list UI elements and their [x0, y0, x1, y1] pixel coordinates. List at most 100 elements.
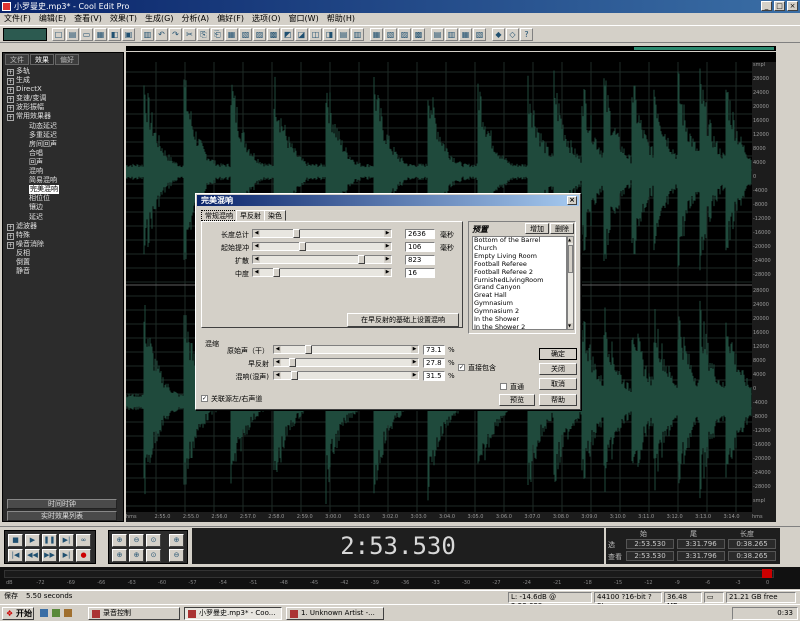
toolbar-tool-icon[interactable]: ▦: [459, 28, 472, 41]
toolbar-tool-icon[interactable]: ◨: [323, 28, 336, 41]
toolbar-tool-icon[interactable]: ▦: [94, 28, 107, 41]
toolbar-tool-icon[interactable]: ▩: [267, 28, 280, 41]
slider-right-icon[interactable]: ▶: [411, 372, 418, 379]
toolbar-tool-icon[interactable]: ▧: [384, 28, 397, 41]
reverb-slider[interactable]: ◀ ▶: [252, 268, 392, 277]
selection-length[interactable]: 0:38.265: [728, 539, 776, 549]
menu-item[interactable]: 编辑(E): [39, 14, 66, 23]
early-reflection-button[interactable]: 在早反射的基础上设置混响: [347, 313, 459, 327]
tree-item[interactable]: + DirectX: [7, 85, 59, 95]
tree-item[interactable]: 静音: [7, 267, 59, 276]
toolbar-tool-icon[interactable]: ▨: [253, 28, 266, 41]
stop-icon[interactable]: ■: [8, 534, 23, 547]
toolbar-tool-icon[interactable]: □: [52, 28, 65, 41]
toolbar-tool-icon[interactable]: ▧: [473, 28, 486, 41]
zoom-selection-icon[interactable]: ⊙: [146, 549, 161, 562]
close-button[interactable]: 关闭: [539, 363, 577, 375]
tree-item[interactable]: 动态延迟: [7, 122, 59, 131]
play-icon[interactable]: ▶: [25, 534, 40, 547]
reverb-slider[interactable]: ◀ ▶: [252, 255, 392, 264]
record-icon[interactable]: ●: [76, 549, 91, 562]
view-begin[interactable]: 2:53.530: [626, 551, 674, 561]
delete-preset-button[interactable]: 删除: [550, 223, 574, 234]
tree-item[interactable]: 合唱: [7, 149, 59, 158]
expand-icon[interactable]: +: [7, 241, 14, 249]
reverb-slider[interactable]: ◀ ▶: [252, 242, 392, 251]
mix-value-field[interactable]: 31.5: [423, 371, 445, 381]
zoom-left-icon[interactable]: ⊕: [112, 549, 127, 562]
toolbar-tool-icon[interactable]: ▩: [412, 28, 425, 41]
start-button[interactable]: ❖ 开始: [2, 607, 34, 620]
slider-value-field[interactable]: 2636: [405, 229, 435, 239]
slider-value-field[interactable]: 823: [405, 255, 435, 265]
slider-value-field[interactable]: 16: [405, 268, 435, 278]
slider-thumb[interactable]: [293, 229, 301, 238]
tree-item[interactable]: + 生成: [7, 76, 59, 86]
toolbar-tool-icon[interactable]: ▧: [239, 28, 252, 41]
view-length[interactable]: 0:38.265: [728, 551, 776, 561]
toolbar-tool-icon[interactable]: ↷: [169, 28, 182, 41]
tree-item[interactable]: 反相: [7, 249, 59, 258]
slider-left-icon[interactable]: ◀: [253, 256, 260, 263]
preset-item[interactable]: In the Shower 2: [473, 323, 566, 329]
slider-right-icon[interactable]: ▶: [384, 243, 391, 250]
expand-icon[interactable]: +: [7, 232, 14, 240]
slider-left-icon[interactable]: ◀: [253, 230, 260, 237]
zoom-full-icon[interactable]: ⊙: [146, 534, 161, 547]
help-button[interactable]: 帮助: [539, 394, 577, 406]
slider-right-icon[interactable]: ▶: [411, 346, 418, 353]
toolbar-tool-icon[interactable]: ◫: [309, 28, 322, 41]
menu-item[interactable]: 效果(T): [110, 14, 137, 23]
slider-value-field[interactable]: 106: [405, 242, 435, 252]
time-clock-button[interactable]: 时间时钟: [7, 499, 117, 509]
slider-thumb[interactable]: [289, 358, 297, 367]
slider-thumb[interactable]: [290, 371, 298, 380]
close-icon[interactable]: ×: [787, 1, 798, 11]
pause-icon[interactable]: ❚❚: [42, 534, 57, 547]
dialog-tab[interactable]: 染色: [264, 210, 286, 221]
toolbar-tool-icon[interactable]: ◧: [108, 28, 121, 41]
menu-item[interactable]: 文件(F): [4, 14, 31, 23]
slider-thumb[interactable]: [358, 255, 366, 264]
menu-item[interactable]: 偏好(F): [217, 14, 244, 23]
menu-item[interactable]: 帮助(H): [327, 14, 355, 23]
expand-icon[interactable]: +: [7, 114, 14, 122]
bypass-checkbox[interactable]: [500, 383, 507, 390]
view-end[interactable]: 3:31.796: [677, 551, 725, 561]
task-record-control[interactable]: 录音控制: [88, 607, 180, 620]
zoom-vertical-in-icon[interactable]: ⊕: [169, 534, 184, 547]
toolbar-tool-icon[interactable]: ▤: [431, 28, 444, 41]
mix-slider[interactable]: ◀ ▶: [273, 371, 419, 380]
tree-item[interactable]: 混响: [7, 167, 59, 176]
maximize-icon[interactable]: □: [774, 1, 785, 11]
mix-slider[interactable]: ◀ ▶: [273, 345, 419, 354]
slider-right-icon[interactable]: ▶: [384, 269, 391, 276]
task-cool-edit[interactable]: 小罗曼史.mp3* - Coo...: [184, 607, 282, 620]
toolbar-tool-icon[interactable]: ↶: [155, 28, 168, 41]
preset-scrollbar[interactable]: ▲ ▼: [567, 236, 574, 330]
selection-end[interactable]: 3:31.796: [677, 539, 725, 549]
toolbar-tool-icon[interactable]: ▤: [337, 28, 350, 41]
toolbar-tool-icon[interactable]: ✂: [183, 28, 196, 41]
toolbar-tool-icon[interactable]: ▥: [445, 28, 458, 41]
zoom-vertical-out-icon[interactable]: ⊖: [169, 549, 184, 562]
toolbar-tool-icon[interactable]: ▥: [351, 28, 364, 41]
ie-icon[interactable]: [40, 609, 48, 617]
slider-right-icon[interactable]: ▶: [384, 256, 391, 263]
selection-begin[interactable]: 2:53.530: [626, 539, 674, 549]
slider-left-icon[interactable]: ◀: [274, 359, 281, 366]
task-player[interactable]: 1. Unknown Artist -...: [286, 607, 384, 620]
organizer-tab[interactable]: 效果: [30, 54, 54, 65]
mix-value-field[interactable]: 73.1: [423, 345, 445, 355]
tree-item[interactable]: + 常用效果器: [7, 112, 59, 122]
toolbar-tool-icon[interactable]: ◪: [295, 28, 308, 41]
slider-left-icon[interactable]: ◀: [274, 346, 281, 353]
expand-icon[interactable]: +: [7, 78, 14, 86]
menu-item[interactable]: 查看(V): [74, 14, 102, 23]
add-preset-button[interactable]: 增加: [525, 223, 549, 234]
toolbar-tool-icon[interactable]: ▤: [66, 28, 79, 41]
organizer-tab[interactable]: 偏好: [55, 54, 79, 65]
tree-item[interactable]: 完美混响: [7, 185, 59, 195]
toolbar-tool-icon[interactable]: ◇: [506, 28, 519, 41]
tree-item[interactable]: + 滤波器: [7, 222, 59, 231]
